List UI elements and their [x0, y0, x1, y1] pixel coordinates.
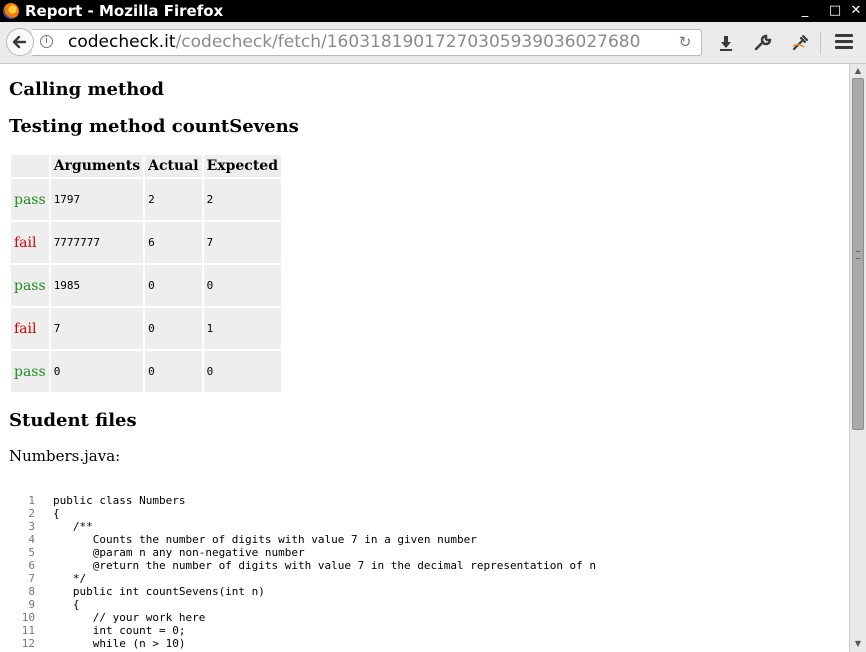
- status-cell: fail: [11, 222, 49, 263]
- table-header-row: Arguments Actual Expected: [11, 155, 281, 177]
- scroll-up-arrow-icon[interactable]: ▲: [850, 64, 866, 78]
- header-status: [11, 155, 49, 177]
- code-text: @param n any non-negative number: [53, 546, 305, 559]
- heading-student-files: Student files: [9, 410, 137, 431]
- table-row: pass 1985 0 0: [11, 265, 281, 306]
- page-content: Calling method Testing method countSeven…: [0, 64, 849, 652]
- heading-calling-method: Calling method: [9, 79, 164, 100]
- arguments-cell: 1797: [50, 179, 144, 220]
- code-text: Counts the number of digits with value 7…: [53, 533, 477, 546]
- arguments-cell: 7: [50, 308, 144, 349]
- code-text: {: [53, 507, 60, 520]
- close-button[interactable]: ✕: [848, 3, 864, 19]
- table-row: pass 1797 2 2: [11, 179, 281, 220]
- line-number: 12: [21, 637, 35, 650]
- header-expected: Expected: [203, 155, 281, 177]
- actual-cell: 0: [145, 308, 202, 349]
- status-cell: pass: [11, 265, 49, 306]
- header-actual: Actual: [145, 155, 202, 177]
- arguments-cell: 7777777: [50, 222, 144, 263]
- wrench-icon[interactable]: [753, 33, 773, 53]
- code-text: @return the number of digits with value …: [53, 559, 597, 572]
- scrollbar-thumb[interactable]: [852, 78, 864, 430]
- firefox-logo-icon: [3, 3, 19, 19]
- line-number: 3: [28, 520, 35, 533]
- line-number: 10: [21, 611, 35, 624]
- line-number: 11: [21, 624, 35, 637]
- actual-cell: 0: [145, 265, 202, 306]
- expected-cell: 0: [203, 351, 281, 392]
- arguments-cell: 0: [50, 351, 144, 392]
- code-text: while (n > 10): [53, 637, 186, 650]
- line-number: 6: [28, 559, 35, 572]
- window-titlebar: Report - Mozilla Firefox _ □ ✕: [0, 0, 866, 22]
- expected-cell: 2: [203, 179, 281, 220]
- heading-testing-method: Testing method countSevens: [9, 116, 299, 137]
- url-path: /codecheck/fetch/16031819017270305939036…: [175, 32, 641, 52]
- navigation-toolbar: i codecheck.it/codecheck/fetch/160318190…: [0, 22, 866, 64]
- url-bar[interactable]: i codecheck.it/codecheck/fetch/160318190…: [32, 29, 702, 56]
- code-text: {: [53, 598, 80, 611]
- minimize-button[interactable]: _: [797, 3, 813, 19]
- line-number: 2: [28, 507, 35, 520]
- reload-icon[interactable]: ↻: [677, 34, 693, 50]
- toolbar-separator: [820, 32, 821, 54]
- eyedropper-icon[interactable]: [790, 33, 810, 53]
- actual-cell: 6: [145, 222, 202, 263]
- menu-icon[interactable]: [835, 34, 853, 50]
- code-text: */: [53, 572, 87, 585]
- expected-cell: 0: [203, 265, 281, 306]
- url-text[interactable]: codecheck.it/codecheck/fetch/16031819017…: [68, 32, 643, 53]
- scroll-down-arrow-icon[interactable]: ▼: [850, 637, 866, 651]
- line-number: 4: [28, 533, 35, 546]
- status-cell: pass: [11, 351, 49, 392]
- line-number: 7: [28, 572, 35, 585]
- maximize-button[interactable]: □: [827, 3, 843, 19]
- expected-cell: 7: [203, 222, 281, 263]
- table-row: fail 7777777 6 7: [11, 222, 281, 263]
- actual-cell: 2: [145, 179, 202, 220]
- code-text: public int countSevens(int n): [53, 585, 265, 598]
- expected-cell: 1: [203, 308, 281, 349]
- line-number: 8: [28, 585, 35, 598]
- code-text: /**: [53, 520, 93, 533]
- code-text: // your work here: [53, 611, 206, 624]
- line-number: 9: [28, 598, 35, 611]
- actual-cell: 0: [145, 351, 202, 392]
- info-icon[interactable]: i: [40, 35, 53, 48]
- line-number: 5: [28, 546, 35, 559]
- line-number: 1: [28, 494, 35, 507]
- results-table: Arguments Actual Expected pass 1797 2 2 …: [9, 153, 283, 394]
- table-row: fail 7 0 1: [11, 308, 281, 349]
- vertical-scrollbar[interactable]: ▲ ▼: [849, 64, 866, 652]
- status-cell: fail: [11, 308, 49, 349]
- back-button[interactable]: [6, 28, 34, 56]
- arguments-cell: 1985: [50, 265, 144, 306]
- filename-label: Numbers.java:: [9, 447, 121, 465]
- code-text: int count = 0;: [53, 624, 186, 637]
- grip-icon: [856, 251, 860, 259]
- header-arguments: Arguments: [50, 155, 144, 177]
- table-row: pass 0 0 0: [11, 351, 281, 392]
- window-title: Report - Mozilla Firefox: [25, 2, 224, 20]
- url-host: codecheck.it: [68, 32, 176, 52]
- code-text: public class Numbers: [53, 494, 186, 507]
- status-cell: pass: [11, 179, 49, 220]
- back-icon: [12, 35, 27, 49]
- download-icon[interactable]: [716, 33, 736, 53]
